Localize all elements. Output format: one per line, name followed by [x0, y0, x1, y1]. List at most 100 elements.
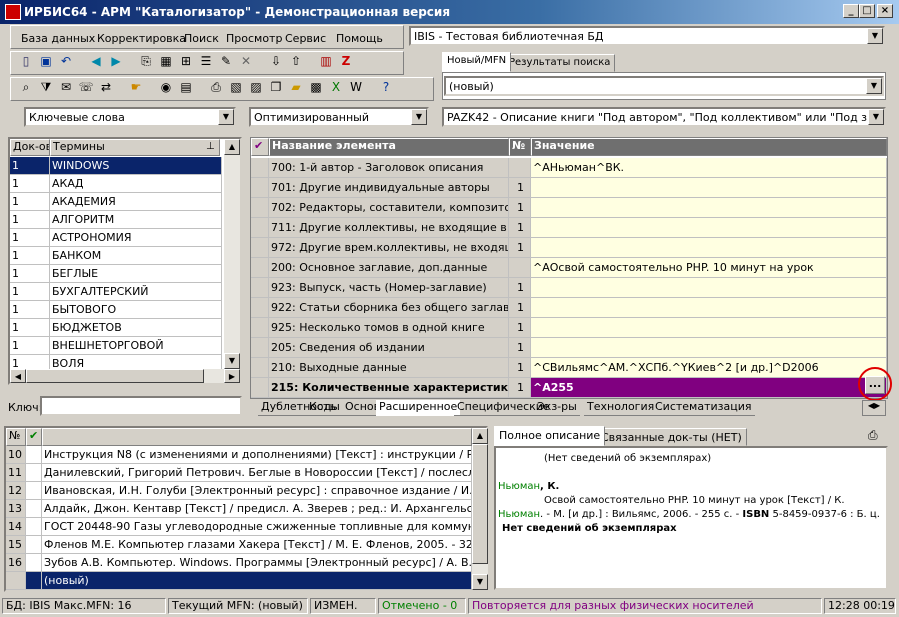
copy-record-icon[interactable]: ⎘	[137, 52, 155, 70]
tab-full-description[interactable]: Полное описание	[494, 426, 606, 446]
field-value[interactable]	[531, 198, 887, 218]
next-record-icon[interactable]: ▶	[107, 52, 125, 70]
field-row[interactable]: 200: Основное заглавие, доп.данные ^AОсво…	[251, 258, 887, 278]
field-value[interactable]: ^CВильямс^AМ.^XСПб.^YКиев^2 [и др.]^D200…	[531, 358, 887, 378]
delete-icon[interactable]: ✕	[237, 52, 255, 70]
search-type-select[interactable]: Ключевые слова ▼	[24, 107, 236, 127]
chevron-down-icon[interactable]: ▼	[411, 109, 427, 125]
field-row[interactable]: 702: Редакторы, составители, композиторы…	[251, 198, 887, 218]
field-value[interactable]	[531, 238, 887, 258]
dict-col-terms[interactable]: Термины	[50, 139, 220, 156]
field-row[interactable]: 922: Статьи сборника без общего заглавия…	[251, 298, 887, 318]
scroll-down-icon[interactable]: ▼	[472, 574, 488, 590]
key-input[interactable]	[40, 396, 242, 416]
worksheet-tab[interactable]: Коды	[306, 400, 343, 416]
field-value[interactable]: ^AНьюман^BК.	[531, 158, 887, 178]
maximize-button[interactable]: □	[859, 4, 875, 18]
dict-row[interactable]: 1 АСТРОНОМИЯ	[10, 229, 222, 247]
new-icon[interactable]: ▯	[17, 52, 35, 70]
open-folder-icon[interactable]: ▰	[287, 78, 305, 96]
record-row[interactable]: 10 Инструкция N8 (с изменениями и дополне…	[6, 446, 472, 464]
view-icon[interactable]: ◉	[157, 78, 175, 96]
scroll-left-icon[interactable]: ◀	[10, 369, 26, 383]
record-row[interactable]: 15 Фленов М.Е. Компьютер глазами Хакера […	[6, 536, 472, 554]
field-value[interactable]	[531, 218, 887, 238]
field-row[interactable]: 700: 1-й автор - Заголовок описания ^AНью…	[251, 158, 887, 178]
excel-icon[interactable]: X	[327, 78, 345, 96]
mode-select[interactable]: Оптимизированный ▼	[249, 107, 429, 127]
scroll-down-icon[interactable]: ▼	[224, 353, 240, 369]
word-icon[interactable]: W	[347, 78, 365, 96]
field-row[interactable]: 972: Другие врем.коллективы, не входящие…	[251, 238, 887, 258]
database-select[interactable]: IBIS - Тестовая библиотечная БД ▼	[409, 26, 885, 46]
field-row[interactable]: 701: Другие индивидуальные авторы 1	[251, 178, 887, 198]
field-value[interactable]	[531, 298, 887, 318]
worksheet-select[interactable]: PAZK42 - Описание книги "Под автором", "…	[442, 107, 886, 127]
dict-row[interactable]: 1 БЮДЖЕТОВ	[10, 319, 222, 337]
grid-icon[interactable]: ▦	[157, 52, 175, 70]
chevron-down-icon[interactable]: ▼	[218, 109, 234, 125]
menu-edit[interactable]: Корректировка	[97, 32, 186, 45]
z3950-icon[interactable]: Z	[337, 52, 355, 70]
field-value[interactable]	[531, 278, 887, 298]
worksheet-tab[interactable]: Расширенное	[376, 400, 461, 416]
field-row[interactable]: 925: Несколько томов в одной книге 1	[251, 318, 887, 338]
import-icon[interactable]: ⇩	[267, 52, 285, 70]
record-row[interactable]: 11 Данилевский, Григорий Петрович. Беглые…	[6, 464, 472, 482]
record-row[interactable]: 16 Зубов А.В. Компьютер. Windows. Програм…	[6, 554, 472, 572]
menu-help[interactable]: Помощь	[336, 32, 383, 45]
worksheet-tab[interactable]: Экз-ры	[534, 400, 580, 416]
dict-row[interactable]: 1 WINDOWS	[10, 157, 222, 175]
field-row[interactable]: 923: Выпуск, часть (Номер-заглавие) 1	[251, 278, 887, 298]
field-value[interactable]	[531, 318, 887, 338]
dict-row[interactable]: 1 БУХГАЛТЕРСКИЙ	[10, 283, 222, 301]
print-icon[interactable]: ⎙	[868, 428, 878, 443]
tab-linked-docs[interactable]: Связанные док-ты (НЕТ)	[596, 428, 747, 446]
search-icon[interactable]: ⌕	[17, 78, 35, 96]
field-value[interactable]: ^A255	[531, 378, 887, 398]
minimize-button[interactable]: _	[843, 4, 859, 18]
menu-service[interactable]: Сервис	[285, 32, 326, 45]
dict-row[interactable]: 1 БЕГЛЫЕ	[10, 265, 222, 283]
worksheet-tab[interactable]: Систематизация	[652, 400, 755, 416]
dict-col-count[interactable]: Док-ов	[10, 139, 50, 156]
chat-icon[interactable]: ☏	[77, 78, 95, 96]
menu-search[interactable]: Поиск	[184, 32, 219, 45]
field-row[interactable]: 210: Выходные данные 1 ^CВильямс^AМ.^XСПб.…	[251, 358, 887, 378]
desc-author-link[interactable]: Ньюман	[498, 509, 540, 520]
dict-row[interactable]: 1 ВНЕШНЕТОРГОВОЙ	[10, 337, 222, 355]
field-value[interactable]	[531, 338, 887, 358]
records-vscroll[interactable]: ▲ ▼	[472, 428, 488, 590]
dict-row[interactable]: 1 АЛГОРИТМ	[10, 211, 222, 229]
checkmark-icon[interactable]: ✔	[251, 138, 269, 156]
dict-vscroll[interactable]: ▲ ▼	[224, 139, 240, 369]
col-value[interactable]: Значение	[531, 138, 887, 156]
document-icon[interactable]: ▨	[247, 78, 265, 96]
folder-icon[interactable]: ▤	[177, 78, 195, 96]
field-row[interactable]: 711: Другие коллективы, не входящие в за…	[251, 218, 887, 238]
menu-database[interactable]: База данных	[21, 32, 95, 45]
export-icon[interactable]: ⇧	[287, 52, 305, 70]
help-icon[interactable]: ?	[377, 78, 395, 96]
mfn-select[interactable]: (новый) ▼	[444, 76, 884, 96]
dict-row[interactable]: 1 АКАДЕМИЯ	[10, 193, 222, 211]
check-icon[interactable]: ✔	[26, 428, 42, 446]
record-row[interactable]: 13 Алдайк, Джон. Кентавр [Текст] / предис…	[6, 500, 472, 518]
record-row-new[interactable]: (новый)	[6, 572, 472, 590]
scroll-right-icon[interactable]: ▶	[224, 369, 240, 383]
close-button[interactable]: ×	[877, 4, 893, 18]
copy-icon[interactable]: ❐	[267, 78, 285, 96]
dict-hscroll[interactable]: ◀ ▶	[10, 369, 240, 383]
field-value[interactable]	[531, 178, 887, 198]
tab-scroll-icon[interactable]: ◀▶	[862, 400, 886, 416]
col-element-name[interactable]: Название элемента	[269, 138, 509, 156]
pin-icon[interactable]: ⊥	[206, 141, 215, 152]
scroll-up-icon[interactable]: ▲	[472, 428, 488, 444]
chevron-down-icon[interactable]: ▼	[867, 28, 883, 44]
hand-icon[interactable]: ☛	[127, 78, 145, 96]
list-icon[interactable]: ☰	[197, 52, 215, 70]
scroll-up-icon[interactable]: ▲	[224, 139, 240, 155]
undo-icon[interactable]: ↶	[57, 52, 75, 70]
tab-new-mfn[interactable]: Новый/MFN	[442, 52, 512, 72]
dict-row[interactable]: 1 БЫТОВОГО	[10, 301, 222, 319]
